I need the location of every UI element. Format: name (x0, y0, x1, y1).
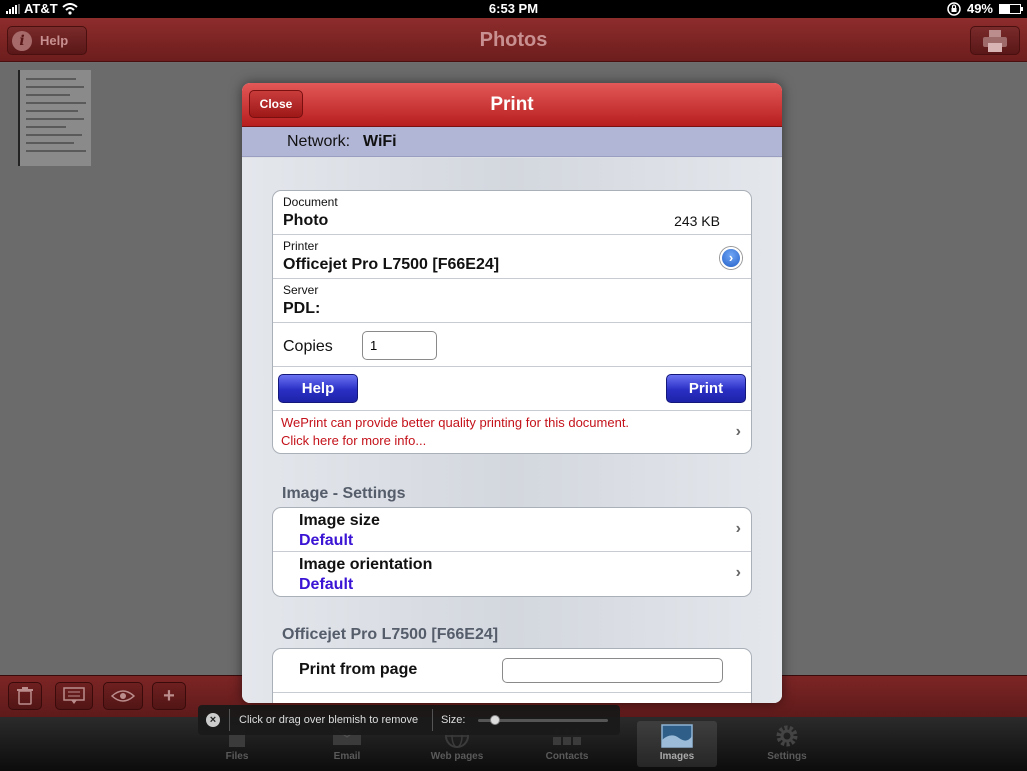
divider (432, 709, 433, 731)
document-label: Document (283, 195, 338, 209)
status-right: 49% (947, 1, 1023, 16)
nav-bar: i Help Photos (0, 18, 1027, 62)
tab-images[interactable]: Images (637, 721, 717, 767)
tab-settings-label: Settings (767, 751, 807, 762)
document-name: Photo (283, 212, 329, 229)
server-value: PDL: (283, 300, 321, 317)
eye-icon (111, 690, 135, 702)
chevron-right-icon: › (735, 564, 741, 581)
status-time: 6:53 PM (488, 1, 539, 16)
photo-thumbnail[interactable] (18, 70, 91, 166)
printer-disclosure-icon[interactable]: › (720, 247, 742, 269)
tab-web-pages-label: Web pages (430, 751, 484, 762)
comment-button[interactable] (55, 682, 93, 710)
print-to-page-row (273, 693, 751, 703)
weprint-info-row[interactable]: WePrint can provide better quality print… (273, 411, 751, 453)
image-size-row[interactable]: Image size Default › (273, 508, 751, 552)
copies-row: Copies (273, 323, 751, 367)
blemish-hint: Click or drag over blemish to remove (239, 714, 419, 726)
document-row: Document Photo 243 KB (273, 191, 751, 235)
printer-settings-title: Officejet Pro L7500 [F66E24] (282, 626, 499, 643)
action-buttons-row: Help Print (273, 367, 751, 411)
trash-button[interactable] (8, 682, 42, 710)
weprint-link[interactable]: Click here for more info... (281, 432, 426, 450)
tab-files-label: Files (225, 751, 249, 762)
image-settings-title: Image - Settings (282, 485, 406, 502)
print-from-page-label: Print from page (299, 661, 418, 678)
document-size: 243 KB (674, 213, 720, 229)
size-slider-knob[interactable] (490, 715, 500, 725)
size-label: Size: (441, 714, 466, 726)
gear-icon (776, 725, 798, 747)
copies-input[interactable] (362, 331, 437, 360)
image-size-value: Default (299, 532, 354, 549)
print-button[interactable] (970, 26, 1020, 55)
print-job-group: Document Photo 243 KB Printer Officejet … (272, 190, 752, 454)
tab-contacts-label: Contacts (545, 751, 589, 762)
image-size-label: Image size (299, 512, 380, 529)
chevron-right-icon: › (735, 520, 741, 537)
server-label: Server (283, 283, 319, 297)
weprint-message: WePrint can provide better quality print… (281, 415, 630, 430)
printer-row[interactable]: Printer Officejet Pro L7500 [F66E24] › (273, 235, 751, 279)
print-dialog-header: Close Print (242, 83, 782, 127)
copies-label: Copies (283, 338, 333, 355)
close-blemish-tool-icon[interactable]: × (206, 713, 220, 727)
image-settings-group: Image size Default › Image orientation D… (272, 507, 752, 597)
print-submit-button[interactable]: Print (666, 374, 746, 403)
images-icon (661, 724, 693, 748)
network-label: Network: (287, 133, 351, 150)
chevron-right-icon: › (735, 423, 741, 440)
tab-images-label: Images (659, 751, 695, 762)
add-button[interactable]: + (152, 682, 186, 710)
battery-icon (999, 3, 1023, 14)
server-row: Server PDL: (273, 279, 751, 323)
divider (229, 709, 230, 731)
view-button[interactable] (103, 682, 143, 710)
status-bar: AT&T 6:53 PM 49% (0, 0, 1027, 18)
orientation-lock-icon (947, 1, 961, 16)
image-orientation-label: Image orientation (299, 556, 433, 573)
print-options-scroll[interactable]: Document Photo 243 KB Printer Officejet … (242, 158, 782, 703)
blemish-tool-bar: × Click or drag over blemish to remove S… (198, 705, 620, 735)
print-dialog: Close Print Network: WiFi Document Photo… (242, 83, 782, 703)
print-from-page-input[interactable] (502, 658, 723, 683)
image-orientation-row[interactable]: Image orientation Default › (273, 552, 751, 596)
comment-icon (63, 687, 85, 704)
battery-percent: 49% (966, 1, 993, 16)
trash-icon (17, 687, 33, 705)
page-title: Photos (479, 29, 548, 51)
help-print-button[interactable]: Help (278, 374, 358, 403)
printer-label: Printer (283, 239, 319, 253)
print-dialog-title: Print (490, 94, 534, 115)
network-value: WiFi (363, 133, 397, 150)
printer-icon (983, 29, 1007, 52)
printer-settings-group: Print from page (272, 648, 752, 703)
network-row: Network: WiFi (242, 127, 782, 157)
plus-icon: + (163, 684, 175, 707)
printer-name: Officejet Pro L7500 [F66E24] (283, 256, 500, 273)
tab-email-label: Email (333, 751, 361, 762)
image-orientation-value: Default (299, 576, 354, 593)
tab-settings[interactable]: Settings (747, 721, 827, 767)
battery-level (1000, 4, 1010, 13)
print-from-page-row: Print from page (273, 649, 751, 693)
